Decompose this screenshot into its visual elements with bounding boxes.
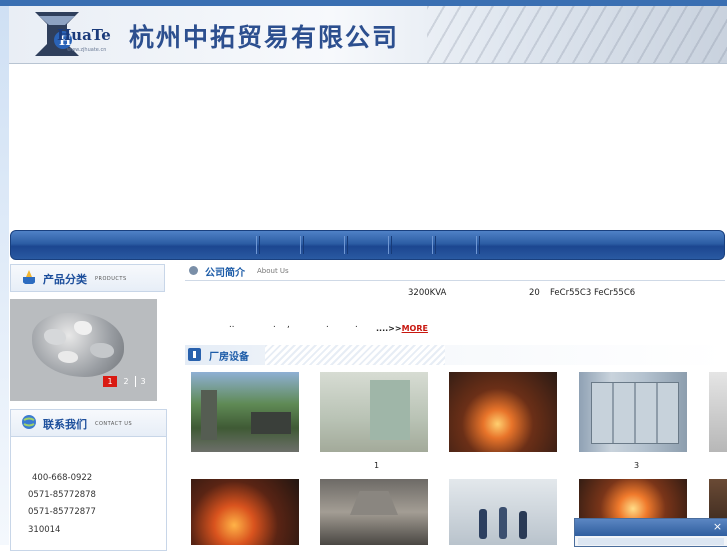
facility-photo-gate[interactable] [191,372,299,452]
facility-photo-smelting[interactable] [191,479,299,545]
more-link[interactable]: MORE [402,324,428,333]
flash-area [9,64,727,230]
facility-photo-hall[interactable] [320,372,428,452]
products-title-en: PRODUCTS [95,276,127,282]
header-banner: H HuaTe www.zjhuate.cn 杭州中拓贸易有限公司 [9,6,727,64]
contact-phone: 0571-85772878 [28,490,96,500]
photo-caption: 3 [634,461,640,470]
about-text-dots: , [287,320,290,330]
contact-header: 联系我们 CONTACT US [11,410,166,437]
company-name: 杭州中拓贸易有限公司 [129,23,400,52]
about-text-dots: . [355,320,358,330]
facility-photo-visitors[interactable] [449,479,557,545]
main-nav[interactable] [10,230,725,260]
facility-photo-hood[interactable] [320,479,428,545]
pager-page-3[interactable]: 3 [135,376,150,387]
logo-url: www.zjhuate.cn [67,47,107,53]
popup-content [578,538,724,545]
pager-page-2[interactable]: 2 [119,376,133,387]
nav-separator [344,236,348,254]
more-prefix: ....>> [376,324,402,333]
about-text-capacity: 3200KVA [408,288,447,298]
bullet-icon [189,266,198,275]
pager-page-1[interactable]: 1 [103,376,117,387]
header-stripes [265,345,445,365]
about-text-dots: . [273,320,276,330]
floating-popup: × [574,518,727,547]
about-title: 公司简介 [205,268,245,279]
contact-postcode: 310014 [28,525,61,535]
product-image[interactable]: 1 2 3 [10,299,157,401]
about-title-en: About Us [257,267,289,275]
about-text-grades: FeCr55C3 FeCr55C6 [550,288,636,298]
facilities-icon [188,348,201,361]
contact-title-en: CONTACT US [95,421,133,427]
contact-title: 联系我们 [43,418,87,431]
facilities-title: 厂房设备 [209,352,249,363]
close-icon[interactable]: × [712,521,723,532]
contact-fax: 0571-85772877 [28,507,96,517]
globe-icon [22,415,36,429]
nav-separator [432,236,436,254]
facility-photo-cabinets[interactable] [579,372,687,452]
left-sidebar: 产品分类 PRODUCTS 1 2 3 联系我们 CONTACT US 400-… [10,264,167,551]
products-header: 产品分类 PRODUCTS [10,264,165,292]
nav-separator [256,236,260,254]
products-title: 产品分类 [43,273,87,286]
about-text-dots: . [326,320,329,330]
more-row: ....>>MORE [376,324,428,333]
product-pager: 1 2 3 [103,376,150,387]
about-header: 公司简介 About Us [185,262,725,281]
facility-photo-partial[interactable] [709,372,727,452]
contact-hotline: 400-668-0922 [32,473,93,483]
nav-separator [388,236,392,254]
left-edge [0,6,9,545]
nav-separator [300,236,304,254]
about-text-dots: .. [229,320,235,330]
contact-box: 联系我们 CONTACT US 400-668-0922 0571-857728… [10,409,167,551]
popup-titlebar[interactable]: × [575,519,727,536]
photo-caption: 1 [374,461,380,470]
products-icon [23,270,35,284]
about-text-number: 20 [529,288,540,298]
nav-separator [476,236,480,254]
facility-photo-furnace[interactable] [449,372,557,452]
facilities-header: 厂房设备 [185,345,725,365]
banner-decoration [427,6,727,63]
logo-text: HuaTe [57,26,111,44]
about-text: 3200KVA 20 FeCr55C3 FeCr55C6 .. . , . . [185,283,725,343]
